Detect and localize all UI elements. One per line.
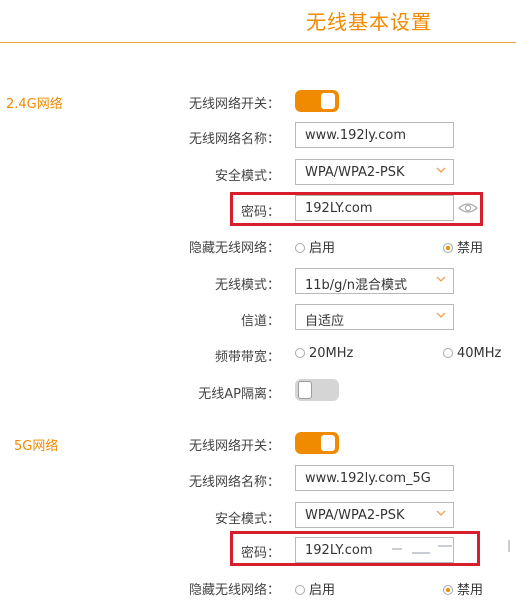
radio-button[interactable] [295, 585, 305, 595]
chevron-down-icon [436, 312, 446, 318]
hide-enable-text: 启用 [309, 583, 336, 598]
blurred-artifact [508, 540, 510, 552]
page-title: 无线基本设置 [306, 10, 432, 34]
ap-isolation-label: 无线AP隔离： [198, 387, 280, 402]
chevron-down-icon [436, 276, 446, 282]
password-field-5g[interactable]: 192LY.com [295, 537, 454, 563]
hide-network-label: 隐藏无线网络： [188, 241, 280, 256]
bandwidth-label: 频带带宽： [214, 350, 280, 365]
password-value: 192LY.com [305, 201, 373, 216]
hide-network-label: 隐藏无线网络： [188, 583, 280, 598]
blurred-artifact [392, 548, 402, 550]
toggle-knob [298, 381, 312, 399]
eye-icon[interactable] [457, 201, 479, 215]
chevron-down-icon [436, 167, 446, 173]
blurred-artifact [438, 545, 452, 547]
wifi-switch-label: 无线网络开关： [188, 439, 280, 454]
toggle-knob [321, 93, 335, 109]
radio-button[interactable] [443, 348, 453, 358]
ap-isolation-switch[interactable] [295, 379, 339, 401]
wireless-mode-select[interactable]: 11b/g/n混合模式 [295, 268, 454, 294]
radio-button-checked[interactable] [443, 243, 453, 253]
security-select-5g[interactable]: WPA/WPA2-PSK [295, 502, 454, 528]
channel-label: 信道： [240, 314, 280, 329]
ssid-label: 无线网络名称： [188, 132, 280, 147]
radio-button[interactable] [295, 348, 305, 358]
wifi-switch-label: 无线网络开关： [188, 97, 280, 112]
bandwidth-20-option[interactable]: 20MHz [295, 346, 353, 361]
security-label: 安全模式： [214, 169, 280, 184]
radio-button-checked[interactable] [443, 585, 453, 595]
chevron-down-icon [436, 510, 446, 516]
bandwidth-40-option[interactable]: 40MHz [443, 346, 501, 361]
hide-enable-text: 启用 [309, 241, 336, 256]
channel-select[interactable]: 自适应 [295, 304, 454, 330]
bandwidth-20-text: 20MHz [309, 346, 354, 361]
security-label: 安全模式： [214, 512, 280, 527]
password-label: 密码： [240, 546, 280, 561]
wireless-mode-value: 11b/g/n混合模式 [305, 278, 408, 293]
ssid-value: www.192ly.com_5G [305, 471, 431, 486]
section-label-2g: 2.4G网络 [6, 97, 63, 112]
hide-disable-text: 禁用 [457, 241, 484, 256]
wireless-mode-label: 无线模式： [214, 278, 280, 293]
toggle-knob [321, 435, 335, 451]
wifi-switch-2g[interactable] [295, 90, 339, 112]
password-value: 192LY.com [305, 543, 373, 558]
channel-value: 自适应 [305, 314, 345, 329]
ssid-field-2g[interactable]: www.192ly.com [295, 122, 454, 148]
hide-disable-text: 禁用 [457, 583, 484, 598]
hide-enable-option[interactable]: 启用 [295, 579, 335, 598]
blurred-artifact [412, 552, 430, 554]
password-field-2g[interactable]: 192LY.com [295, 195, 454, 221]
radio-button[interactable] [295, 243, 305, 253]
wifi-switch-5g[interactable] [295, 432, 339, 454]
title-divider [0, 42, 516, 43]
hide-disable-option[interactable]: 禁用 [443, 579, 483, 598]
hide-enable-option[interactable]: 启用 [295, 237, 335, 256]
security-value: WPA/WPA2-PSK [305, 508, 405, 523]
ssid-label: 无线网络名称： [188, 475, 280, 490]
hide-disable-option[interactable]: 禁用 [443, 237, 483, 256]
password-label: 密码： [240, 205, 280, 220]
security-select-2g[interactable]: WPA/WPA2-PSK [295, 159, 454, 185]
bandwidth-40-text: 40MHz [457, 346, 502, 361]
security-value: WPA/WPA2-PSK [305, 165, 405, 180]
section-label-5g: 5G网络 [14, 439, 59, 454]
ssid-value: www.192ly.com [305, 128, 406, 143]
ssid-field-5g[interactable]: www.192ly.com_5G [295, 465, 454, 491]
